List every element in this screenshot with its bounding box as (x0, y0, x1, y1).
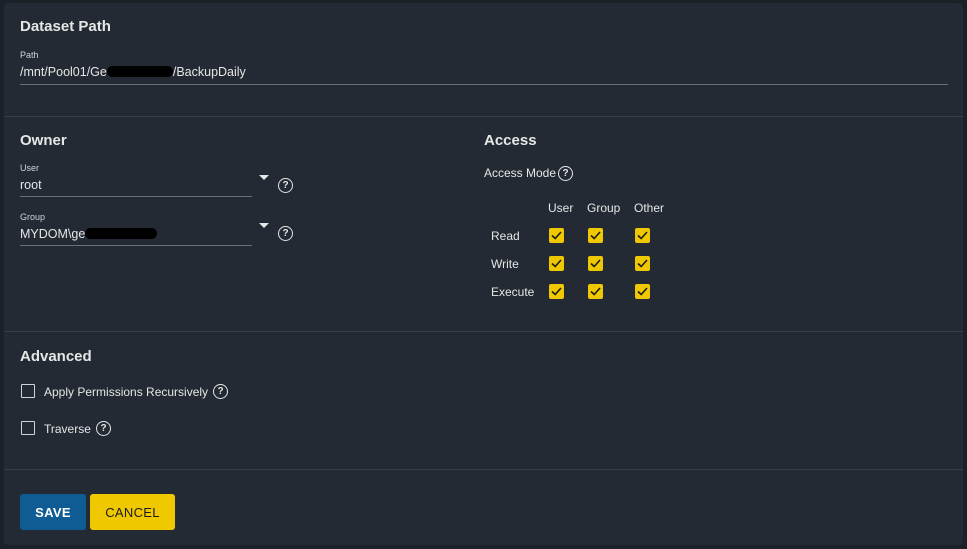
write-group-checkbox[interactable] (588, 256, 603, 271)
dataset-path-title: Dataset Path (20, 18, 111, 35)
read-user-checkbox[interactable] (549, 228, 564, 243)
traverse-label[interactable]: Traverse (44, 422, 91, 436)
path-field: /mnt/Pool01/Ge/BackupDaily (20, 65, 246, 79)
help-circle-icon[interactable]: ? (278, 178, 293, 193)
section-divider (4, 116, 963, 117)
section-divider (4, 469, 963, 470)
row-write-label: Write (491, 257, 519, 271)
column-group: Group (587, 201, 621, 215)
column-user: User (548, 201, 574, 215)
row-execute-label: Execute (491, 285, 535, 299)
help-circle-icon[interactable]: ? (558, 166, 573, 181)
check-icon (590, 259, 601, 268)
group-underline (20, 245, 252, 246)
check-icon (590, 231, 601, 240)
row-read-label: Read (491, 229, 520, 243)
path-underline (20, 84, 948, 85)
user-label: User (20, 163, 40, 173)
write-other-checkbox[interactable] (635, 256, 650, 271)
advanced-title: Advanced (20, 348, 92, 365)
group-value: MYDOM\ge (20, 227, 86, 241)
column-other: Other (634, 201, 665, 215)
write-user-checkbox[interactable] (549, 256, 564, 271)
execute-group-checkbox[interactable] (588, 284, 603, 299)
read-other-checkbox[interactable] (635, 228, 650, 243)
execute-other-checkbox[interactable] (635, 284, 650, 299)
section-divider (4, 331, 963, 332)
help-circle-icon[interactable]: ? (213, 384, 228, 399)
help-circle-icon[interactable]: ? (278, 226, 293, 241)
check-icon (590, 287, 601, 296)
path-prefix: /mnt/Pool01/Ge (20, 65, 107, 79)
user-underline (20, 196, 252, 197)
path-label: Path (20, 50, 39, 60)
user-select[interactable]: root (20, 178, 42, 192)
apply-recursively-checkbox[interactable] (21, 384, 35, 398)
redaction-mark (85, 228, 158, 239)
path-suffix: /BackupDaily (172, 65, 246, 79)
group-label: Group (20, 212, 46, 222)
save-button[interactable]: SAVE (20, 494, 86, 530)
access-title: Access (484, 132, 537, 149)
caret-down-icon[interactable] (259, 175, 269, 180)
cancel-button[interactable]: CANCEL (90, 494, 175, 530)
check-icon (637, 231, 648, 240)
group-select[interactable]: MYDOM\ge (20, 227, 158, 241)
help-circle-icon[interactable]: ? (96, 421, 111, 436)
caret-down-icon[interactable] (259, 223, 269, 228)
access-mode-label: Access Mode (484, 166, 557, 180)
read-group-checkbox[interactable] (588, 228, 603, 243)
check-icon (551, 231, 562, 240)
traverse-checkbox[interactable] (21, 421, 35, 435)
owner-title: Owner (20, 132, 67, 149)
check-icon (637, 287, 648, 296)
check-icon (551, 287, 562, 296)
apply-recursively-label[interactable]: Apply Permissions Recursively (44, 385, 208, 399)
redaction-mark (106, 66, 173, 77)
execute-user-checkbox[interactable] (549, 284, 564, 299)
check-icon (551, 259, 562, 268)
check-icon (637, 259, 648, 268)
permissions-card: Dataset Path Path /mnt/Pool01/Ge/BackupD… (4, 3, 963, 545)
